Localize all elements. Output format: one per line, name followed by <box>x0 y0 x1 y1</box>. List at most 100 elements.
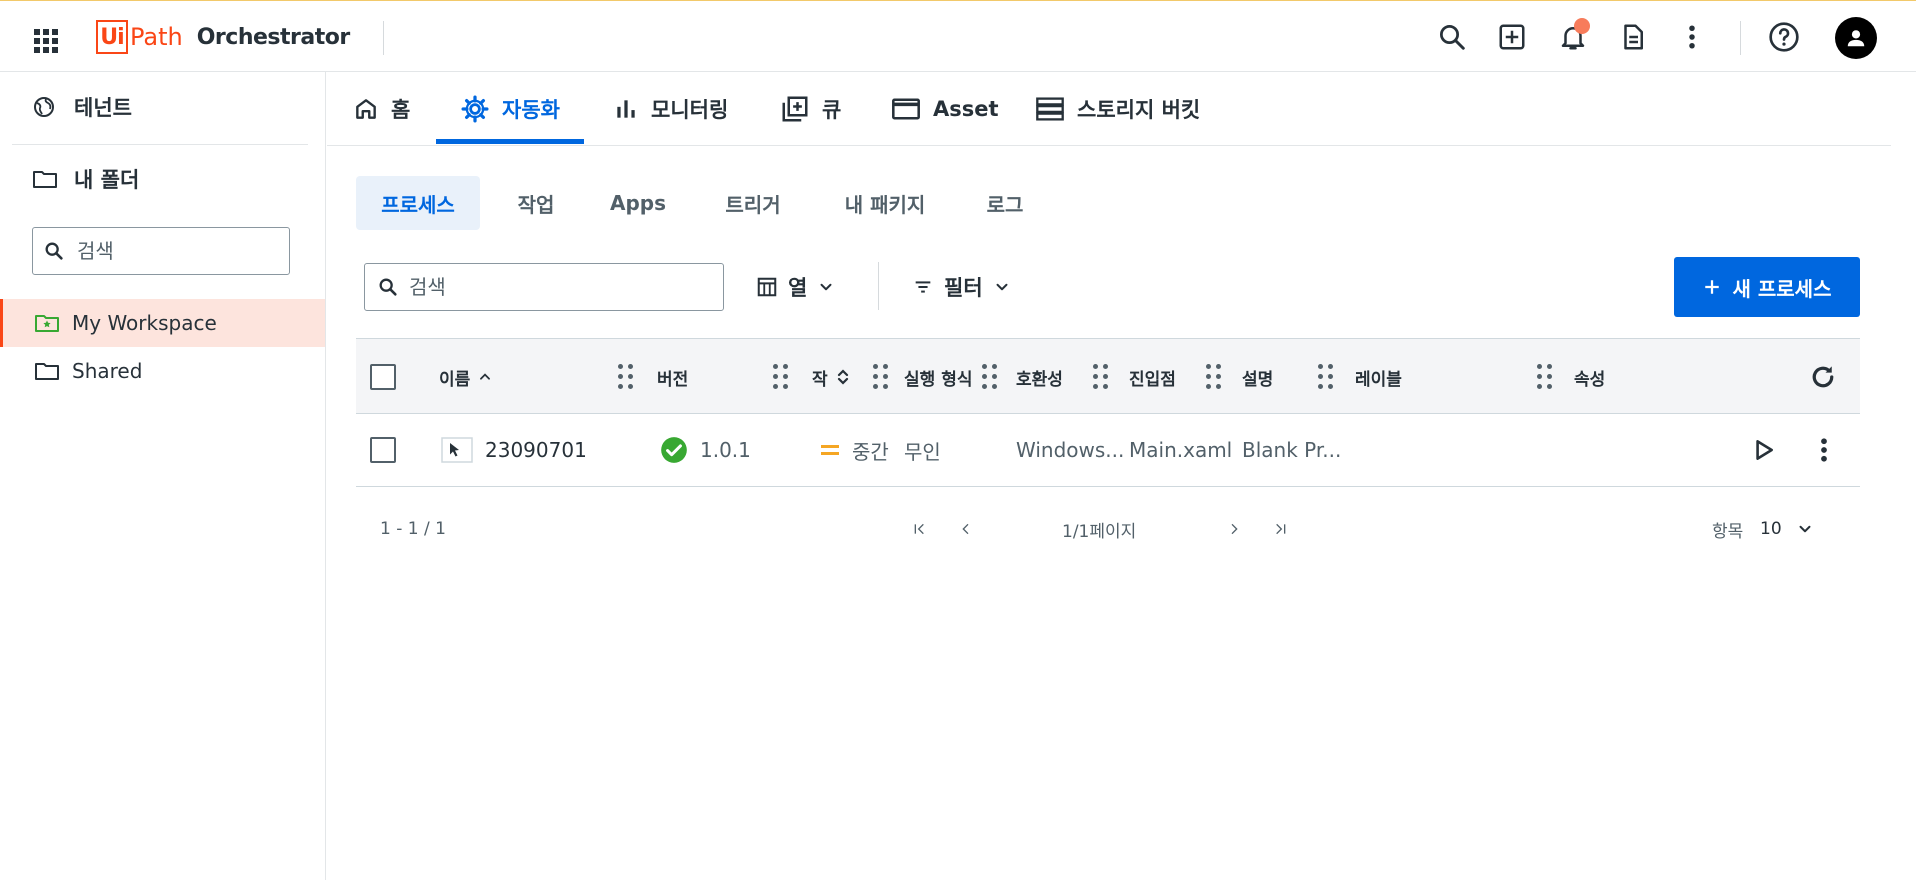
header-divider <box>1740 21 1741 55</box>
process-search-field[interactable] <box>364 263 724 311</box>
attended-process-icon <box>441 437 473 463</box>
column-resize-handle[interactable] <box>982 364 998 390</box>
sort-ascending-icon <box>480 373 491 380</box>
tenant-link[interactable]: 테넌트 <box>32 92 132 122</box>
prev-page-button[interactable] <box>958 505 974 553</box>
process-search-input[interactable] <box>409 275 709 299</box>
filter-label: 필터 <box>944 276 983 300</box>
tab-monitoring[interactable]: 모니터링 <box>613 72 728 146</box>
column-header-properties[interactable]: 속성 <box>1574 339 1605 415</box>
help-icon[interactable] <box>1768 21 1800 53</box>
window-icon <box>892 98 920 120</box>
next-page-button[interactable] <box>1226 505 1242 553</box>
automation-gear-icon <box>461 95 489 123</box>
column-resize-handle[interactable] <box>773 364 789 390</box>
bar-chart-icon <box>617 100 635 118</box>
filter-button[interactable]: 필터 <box>912 265 1011 309</box>
tab-automation[interactable]: 자동화 <box>460 72 560 146</box>
column-resize-handle[interactable] <box>1537 364 1553 390</box>
column-header-version[interactable]: 버전 <box>657 339 688 415</box>
column-header-execution-type[interactable]: 실행 형식 <box>904 339 972 415</box>
header-divider <box>383 21 384 55</box>
search-icon <box>45 242 63 260</box>
column-resize-handle[interactable] <box>618 364 634 390</box>
sidebar-divider <box>12 144 308 145</box>
column-header-labels[interactable]: 레이블 <box>1355 339 1402 415</box>
plus-icon <box>1704 280 1719 294</box>
description-cell: Blank Pr... <box>1242 438 1342 462</box>
subtab-apps[interactable]: Apps <box>592 176 684 230</box>
folder-search-field[interactable] <box>32 227 290 275</box>
entry-point-cell: Main.xaml <box>1129 438 1233 462</box>
search-icon[interactable] <box>1436 21 1468 53</box>
top-bar: Ui Path Orchestrator <box>0 0 1916 72</box>
my-folder-label: 내 폴더 <box>74 168 140 192</box>
more-vertical-icon <box>1821 438 1827 462</box>
column-header-description[interactable]: 설명 <box>1242 339 1273 415</box>
tab-label: 홈 <box>391 98 411 122</box>
chevron-right-icon <box>1231 523 1238 535</box>
process-name-cell[interactable]: 23090701 <box>441 414 587 486</box>
column-header-compatibility[interactable]: 호환성 <box>1016 339 1063 415</box>
main-tabs: 홈 자동화 모니터링 큐 Asset 스토리지 버킷 <box>327 72 1891 146</box>
subtab-processes[interactable]: 프로세스 <box>356 176 480 230</box>
sidebar-item-label: My Workspace <box>72 311 217 335</box>
tab-queues[interactable]: 큐 <box>780 72 841 146</box>
document-icon[interactable] <box>1617 21 1649 53</box>
user-avatar[interactable] <box>1835 17 1877 59</box>
column-header-entry-point[interactable]: 진입점 <box>1129 339 1176 415</box>
logo-text: Path <box>130 23 183 51</box>
priority-value: 중간 <box>852 439 889 464</box>
globe-icon <box>34 97 54 117</box>
subtab-jobs[interactable]: 작업 <box>494 176 578 230</box>
subtab-triggers[interactable]: 트리거 <box>704 176 802 230</box>
tab-assets[interactable]: Asset <box>891 72 999 146</box>
columns-button[interactable]: 열 <box>756 265 835 309</box>
column-resize-handle[interactable] <box>1093 364 1109 390</box>
select-all-checkbox[interactable] <box>370 339 396 415</box>
refresh-button[interactable] <box>1808 339 1838 415</box>
subtab-my-packages[interactable]: 내 패키지 <box>822 176 948 230</box>
toolbar-divider <box>878 262 879 310</box>
column-resize-handle[interactable] <box>1206 364 1222 390</box>
process-name: 23090701 <box>485 438 587 462</box>
tenant-label: 테넌트 <box>74 96 132 120</box>
column-header-name[interactable]: 이름 <box>439 339 492 415</box>
add-box-icon[interactable] <box>1496 21 1528 53</box>
execution-type-cell: 무인 <box>904 439 941 464</box>
columns-icon <box>757 277 777 297</box>
tab-home[interactable]: 홈 <box>353 72 410 146</box>
queue-add-icon <box>782 96 808 122</box>
active-tab-indicator <box>436 139 584 144</box>
row-checkbox[interactable] <box>370 414 396 486</box>
last-page-icon <box>1276 523 1286 535</box>
first-page-button[interactable] <box>912 505 928 553</box>
run-process-button[interactable] <box>1750 414 1776 486</box>
column-header-priority[interactable]: 작 <box>812 339 850 415</box>
table-row[interactable]: 23090701 1.0.1 중간 무인 Windows... Main.xam… <box>356 414 1860 487</box>
my-folder-link[interactable]: 내 폴더 <box>32 164 139 194</box>
new-process-button[interactable]: 새 프로세스 <box>1674 257 1860 317</box>
last-page-button[interactable] <box>1272 505 1288 553</box>
row-more-actions-button[interactable] <box>1809 414 1839 486</box>
app-launcher-icon[interactable] <box>34 29 58 53</box>
subtab-logs[interactable]: 로그 <box>966 176 1044 230</box>
play-icon <box>1756 440 1773 460</box>
page-info: 1/1페이지 <box>1062 521 1137 542</box>
notification-badge <box>1574 18 1590 34</box>
new-process-label: 새 프로세스 <box>1732 276 1832 301</box>
folder-search-input[interactable] <box>77 239 267 263</box>
column-resize-handle[interactable] <box>873 364 889 390</box>
column-resize-handle[interactable] <box>1318 364 1334 390</box>
sidebar-item-my-workspace[interactable]: My Workspace <box>0 299 325 347</box>
more-vertical-icon[interactable] <box>1676 21 1708 53</box>
chevron-down-icon <box>996 283 1008 291</box>
workspace-folder-icon <box>35 315 59 332</box>
page-size-select[interactable]: 10 <box>1760 505 1814 553</box>
tab-storage-buckets[interactable]: 스토리지 버킷 <box>1035 72 1200 146</box>
pagination-range: 1 - 1 / 1 <box>380 519 446 539</box>
sidebar-item-shared[interactable]: Shared <box>0 347 325 395</box>
chevron-down-icon <box>1799 525 1811 533</box>
uipath-logo[interactable]: Ui Path Orchestrator <box>96 20 350 54</box>
tab-label: 스토리지 버킷 <box>1077 98 1201 122</box>
